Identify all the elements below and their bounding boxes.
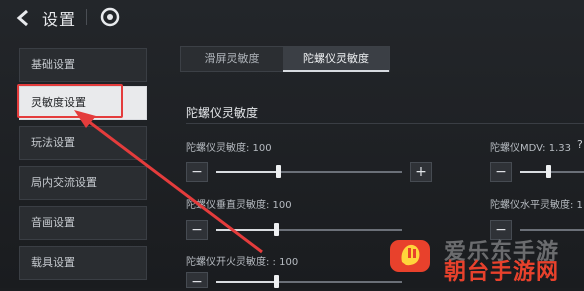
gyro-fire-label: 陀螺仪开火灵敏度: : 100 (186, 257, 299, 268)
back-arrow-icon[interactable] (14, 8, 34, 28)
sidebar-item-audio-video[interactable]: 音画设置 (19, 206, 147, 240)
header-divider (86, 9, 87, 25)
sidebar-item-gameplay[interactable]: 玩法设置 (19, 126, 147, 160)
gyro-fire-minus-button[interactable]: − (186, 272, 208, 290)
gyro-plus-button[interactable]: + (410, 162, 432, 182)
sidebar-item-vehicle[interactable]: 载具设置 (19, 246, 147, 280)
gyro-sensitivity-label: 陀螺仪灵敏度: 100 (186, 143, 272, 154)
sidebar-item-communication[interactable]: 局内交流设置 (19, 166, 147, 200)
section-divider (186, 123, 584, 124)
tab-swipe-sensitivity[interactable]: 滑屏灵敏度 (181, 47, 283, 71)
section-title: 陀螺仪灵敏度 (186, 106, 259, 120)
tab-active-indicator (283, 70, 389, 72)
gear-icon[interactable] (100, 7, 120, 27)
gyro-horizontal-slider-track[interactable] (520, 229, 584, 231)
gyro-vertical-slider-fill (216, 229, 276, 231)
gyro-mdv-slider-fill (520, 171, 548, 173)
gyro-slider-handle[interactable] (276, 165, 281, 178)
tab-bar: 滑屏灵敏度 陀螺仪灵敏度 (180, 46, 390, 72)
watermark-logo-icon (390, 240, 430, 272)
gyro-mdv-slider-handle[interactable] (546, 165, 551, 178)
annotation-highlight-box (17, 84, 123, 118)
gyro-mdv-label: 陀螺仪MDV: 1.33 (490, 143, 571, 154)
page-title: 设置 (42, 10, 77, 29)
tab-gyro-sensitivity[interactable]: 陀螺仪灵敏度 (283, 47, 389, 71)
gyro-slider-fill (216, 171, 278, 173)
gyro-horizontal-label: 陀螺仪水平灵敏度: 1 (490, 200, 583, 211)
sidebar-item-basic[interactable]: 基础设置 (19, 48, 147, 82)
gyro-vertical-label: 陀螺仪垂直灵敏度: 100 (186, 200, 292, 211)
gyro-fire-slider-handle[interactable] (274, 275, 279, 288)
gyro-vertical-minus-button[interactable]: − (186, 220, 208, 240)
gyro-vertical-slider-handle[interactable] (274, 223, 279, 236)
watermark-text-bottom: 朝台手游网 (444, 260, 560, 285)
gyro-fire-slider-fill (216, 281, 276, 283)
gyro-minus-button[interactable]: − (186, 162, 208, 182)
help-icon[interactable]: ? (577, 138, 583, 151)
gyro-mdv-minus-button[interactable]: − (490, 162, 512, 182)
